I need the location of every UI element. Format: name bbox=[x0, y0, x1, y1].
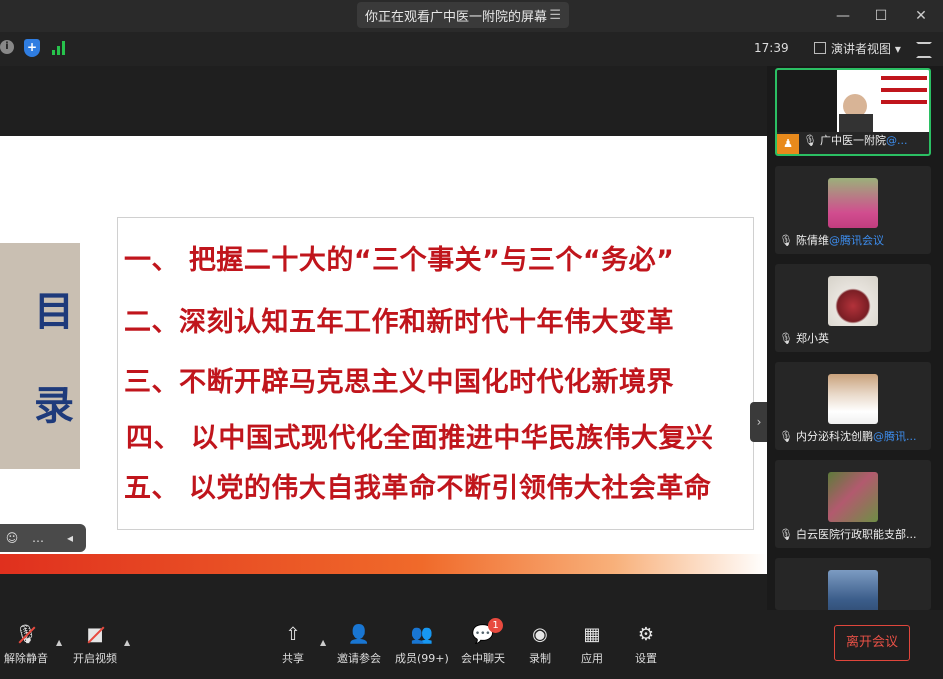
invite-button[interactable]: 👤 邀请参会 bbox=[337, 624, 381, 666]
toc-item-1: 一、 把握二十大的“三个事关”与三个“务必” bbox=[124, 245, 675, 276]
settings-button[interactable]: ⚙ 设置 bbox=[634, 624, 658, 666]
signal-icon[interactable] bbox=[52, 41, 68, 55]
toc-panel: 目 录 bbox=[0, 243, 80, 469]
members-label: 成员(99+) bbox=[395, 652, 449, 665]
mic-muted-icon: 🎙 bbox=[779, 430, 793, 443]
participant-tile[interactable]: 🎙 陈倩维@腾讯会议 bbox=[775, 166, 931, 254]
panel-toggle-handle[interactable]: › bbox=[750, 402, 767, 442]
members-icon: 👥 bbox=[410, 624, 434, 645]
share-button[interactable]: ⇧ 共享 bbox=[281, 624, 305, 666]
participant-tile[interactable]: 🎙 白云医院行政职能支部... bbox=[775, 460, 931, 548]
participant-tile[interactable]: 🎙 郑小英 bbox=[775, 264, 931, 352]
toc-char-lu: 录 bbox=[34, 382, 74, 429]
title-bar: 你正在观看广中医一附院的屏幕 ☰ — ☐ ✕ bbox=[0, 0, 943, 32]
presentation-slide: 目 录 一、 把握二十大的“三个事关”与三个“务必” 二、深刻认知五年工作和新时… bbox=[0, 136, 767, 574]
emoji-icon[interactable]: ☺ bbox=[4, 530, 20, 546]
leave-meeting-button[interactable]: 离开会议 bbox=[834, 625, 910, 661]
fullscreen-icon[interactable] bbox=[916, 42, 932, 58]
participant-tile[interactable]: 🎙 内分泌科沈创鹏@腾讯... bbox=[775, 362, 931, 450]
avatar bbox=[828, 276, 878, 326]
view-grid-icon bbox=[814, 42, 826, 54]
list-icon[interactable]: ☰ bbox=[541, 8, 561, 23]
mic-muted-icon: 🎙 bbox=[779, 528, 793, 541]
apps-grid-icon: ▦ bbox=[583, 624, 601, 645]
start-video-button[interactable]: ■ 开启视频 bbox=[73, 624, 117, 666]
share-options-caret-icon[interactable]: ▲ bbox=[320, 638, 326, 647]
apps-label: 应用 bbox=[581, 652, 603, 665]
settings-label: 设置 bbox=[635, 652, 657, 665]
info-icon[interactable]: i bbox=[0, 40, 14, 54]
participant-panel: ♟ 🎙 广中医一附院@... 🎙 陈倩维@腾讯会议 🎙 郑小英 🎙 内分泌科沈创鹏@腾讯… bbox=[767, 66, 943, 610]
unmute-button[interactable]: 🎙 解除静音 bbox=[4, 624, 48, 666]
mic-on-icon: 🎙 bbox=[803, 134, 817, 147]
toc-list: 一、 把握二十大的“三个事关”与三个“务必” 二、深刻认知五年工作和新时代十年伟… bbox=[117, 217, 754, 530]
window-title: 你正在观看广中医一附院的屏幕 bbox=[365, 9, 548, 25]
add-user-icon: 👤 bbox=[347, 624, 371, 645]
video-options-caret-icon[interactable]: ▲ bbox=[124, 638, 130, 647]
share-screen-icon: ⇧ bbox=[285, 624, 301, 645]
record-label: 录制 bbox=[529, 652, 551, 665]
screen-share-title[interactable]: 你正在观看广中医一附院的屏幕 ☰ bbox=[357, 2, 569, 28]
chat-badge: 1 bbox=[488, 618, 503, 633]
apps-button[interactable]: ▦ 应用 bbox=[580, 624, 604, 666]
view-mode-button[interactable]: 演讲者视图 ▾ bbox=[814, 40, 901, 57]
participant-name: 🎙 白云医院行政职能支部... bbox=[779, 528, 917, 541]
close-icon[interactable]: ✕ bbox=[911, 6, 931, 26]
gear-icon: ⚙ bbox=[637, 624, 655, 645]
avatar bbox=[828, 472, 878, 522]
share-label: 共享 bbox=[282, 652, 304, 665]
status-bar: i + 17:39 演讲者视图 ▾ bbox=[0, 32, 943, 66]
record-button[interactable]: ◉ 录制 bbox=[528, 624, 552, 666]
chat-button[interactable]: 💬 1 会中聊天 bbox=[461, 618, 505, 666]
annotation-toolbar: ☺ … ◂ bbox=[0, 524, 86, 552]
unmute-label: 解除静音 bbox=[4, 652, 48, 665]
minimize-icon[interactable]: — bbox=[833, 6, 853, 26]
speaker-video-thumbnail bbox=[777, 70, 929, 132]
participant-name: 🎙 内分泌科沈创鹏@腾讯... bbox=[779, 430, 917, 443]
host-badge-icon: ♟ bbox=[777, 134, 799, 154]
clock: 17:39 bbox=[754, 41, 789, 55]
view-mode-label: 演讲者视图 bbox=[831, 42, 892, 56]
toc-item-2: 二、深刻认知五年工作和新时代十年伟大变革 bbox=[124, 307, 674, 338]
start-video-label: 开启视频 bbox=[73, 652, 117, 665]
participant-name: 🎙 郑小英 bbox=[779, 332, 829, 345]
avatar bbox=[828, 374, 878, 424]
chat-label: 会中聊天 bbox=[461, 652, 505, 665]
comment-icon[interactable]: … bbox=[30, 530, 46, 546]
invite-label: 邀请参会 bbox=[337, 652, 381, 665]
participant-tile[interactable] bbox=[775, 558, 931, 610]
audio-options-caret-icon[interactable]: ▲ bbox=[56, 638, 62, 647]
participant-name: 🎙 陈倩维@腾讯会议 bbox=[779, 234, 884, 247]
toc-item-3: 三、不断开辟马克思主义中国化时代化新境界 bbox=[124, 367, 674, 398]
mic-muted-icon: 🎙 bbox=[779, 332, 793, 345]
mic-muted-icon: 🎙 bbox=[779, 234, 793, 247]
members-button[interactable]: 👥 成员(99+) bbox=[395, 624, 449, 666]
toc-char-mu: 目 bbox=[34, 288, 74, 335]
participant-name: 🎙 广中医一附院@... bbox=[803, 134, 908, 147]
chat-icon: 💬 1 bbox=[471, 618, 503, 646]
participant-tile[interactable]: ♟ 🎙 广中医一附院@... bbox=[775, 68, 931, 156]
video-off-icon: ■ bbox=[83, 624, 107, 646]
avatar bbox=[828, 178, 878, 228]
slide-footer-bar bbox=[0, 554, 767, 574]
toc-item-4: 四、 以中国式现代化全面推进中华民族伟大复兴 bbox=[126, 423, 714, 454]
toc-item-5: 五、 以党的伟大自我革命不断引领伟大社会革命 bbox=[124, 473, 712, 504]
collapse-left-icon[interactable]: ◂ bbox=[62, 530, 78, 546]
avatar bbox=[828, 570, 878, 610]
mic-muted-icon: 🎙 bbox=[14, 624, 38, 646]
meeting-toolbar: 🎙 解除静音 ▲ ■ 开启视频 ▲ ⇧ 共享 ▲ 👤 邀请参会 👥 成员(99+… bbox=[0, 610, 943, 679]
shield-icon[interactable]: + bbox=[24, 39, 40, 57]
maximize-icon[interactable]: ☐ bbox=[871, 6, 891, 26]
record-icon: ◉ bbox=[532, 624, 548, 645]
shared-screen: 目 录 一、 把握二十大的“三个事关”与三个“务必” 二、深刻认知五年工作和新时… bbox=[0, 66, 767, 610]
